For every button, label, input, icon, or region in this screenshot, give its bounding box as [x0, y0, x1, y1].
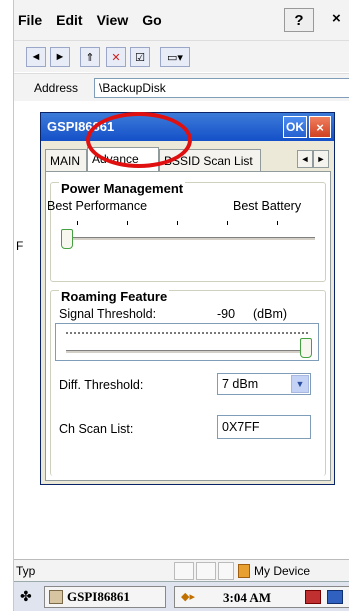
chevron-right-icon: ►: [316, 154, 326, 164]
chevron-down-icon[interactable]: ▼: [291, 375, 309, 393]
status-cell: [196, 562, 216, 580]
slider-tick: [127, 221, 128, 225]
close-icon: ×: [316, 119, 324, 135]
best-performance-label: Best Performance: [47, 199, 148, 213]
start-windows-icon[interactable]: ✤: [20, 588, 38, 606]
tab-scroll-right-button[interactable]: ►: [313, 150, 329, 168]
slider-track: [67, 237, 315, 241]
menu-view[interactable]: View: [90, 12, 136, 28]
signal-threshold-label: Signal Threshold:: [59, 307, 157, 321]
back-arrow-icon: ◄: [30, 51, 42, 63]
diff-threshold-label: Diff. Threshold:: [59, 378, 144, 392]
properties-icon: ☑: [135, 51, 145, 64]
slider-tick: [227, 221, 228, 225]
taskbar-app-button[interactable]: GSPI86861: [44, 586, 166, 608]
views-icon: ▭▾: [167, 51, 183, 64]
status-device: My Device: [238, 562, 310, 580]
ok-button[interactable]: OK: [283, 116, 307, 138]
menu-file[interactable]: File: [14, 12, 49, 28]
views-button[interactable]: ▭▾: [160, 47, 190, 67]
forward-button[interactable]: ►: [50, 47, 70, 67]
up-folder-icon: ⇑: [85, 51, 95, 64]
delete-button[interactable]: ✕: [106, 47, 126, 67]
power-management-group: Power Management Best Performance Best B…: [47, 181, 326, 282]
slider-tick: [277, 221, 278, 225]
dialog-title: GSPI86861: [47, 119, 115, 134]
ch-scan-list-input[interactable]: 0X7FF: [217, 415, 311, 439]
power-management-title: Power Management: [59, 181, 186, 196]
address-input[interactable]: \BackupDisk: [94, 78, 349, 98]
help-icon: ?: [294, 11, 304, 29]
slider-tick-marks: [66, 332, 308, 334]
advance-tab-panel: Power Management Best Performance Best B…: [45, 171, 331, 481]
back-button[interactable]: ◄: [26, 47, 46, 67]
properties-button[interactable]: ☑: [130, 47, 150, 67]
status-bar: Typ My Device: [14, 559, 349, 581]
signal-threshold-slider[interactable]: [55, 323, 319, 361]
chevron-left-icon: ◄: [300, 154, 310, 164]
tab-strip: MAIN Advance BSSID Scan List ◄ ►: [45, 147, 331, 171]
status-type-text: Typ: [16, 564, 36, 578]
tab-main[interactable]: MAIN: [45, 149, 87, 171]
diff-threshold-value: 7 dBm: [222, 377, 259, 391]
screen-frame: File Edit View Go ? × ◄ ► ⇑ ✕ ☑ ▭▾ Addre…: [13, 0, 349, 611]
dialog-close-button[interactable]: ×: [309, 116, 331, 138]
dialog-title-bar: GSPI86861 OK ×: [41, 113, 334, 141]
delete-icon: ✕: [111, 51, 121, 64]
device-label: My Device: [254, 564, 311, 578]
system-tray: ◆▸ 3:04 AM: [174, 586, 349, 608]
toolbar: ◄ ► ⇑ ✕ ☑ ▭▾: [14, 40, 349, 72]
address-label: Address: [34, 81, 79, 95]
device-icon: [238, 564, 250, 578]
ch-scan-list-label: Ch Scan List:: [59, 422, 134, 436]
slider-tick: [177, 221, 178, 225]
tray-status-icons[interactable]: ◆▸: [181, 590, 195, 603]
menu-bar: File Edit View Go ? ×: [14, 0, 349, 40]
tab-scroll-left-button[interactable]: ◄: [297, 150, 313, 168]
help-button[interactable]: ?: [284, 8, 314, 32]
menu-go[interactable]: Go: [135, 12, 168, 28]
signal-threshold-value: -90: [217, 307, 236, 321]
taskbar-app-label: GSPI86861: [67, 589, 130, 604]
taskbar: ✤ GSPI86861 ◆▸ 3:04 AM: [14, 581, 349, 611]
signal-threshold-unit: (dBm): [253, 307, 288, 321]
roaming-feature-title: Roaming Feature: [59, 289, 170, 304]
network-icon[interactable]: [305, 590, 321, 604]
power-slider[interactable]: [57, 217, 317, 257]
roaming-feature-group: Roaming Feature Signal Threshold: -90 (d…: [50, 289, 326, 476]
address-bar: Address \BackupDisk: [14, 73, 349, 101]
clock[interactable]: 3:04 AM: [223, 590, 271, 606]
diff-threshold-select[interactable]: 7 dBm ▼: [217, 373, 311, 395]
forward-arrow-icon: ►: [54, 51, 66, 63]
slider-track: [66, 350, 310, 354]
status-cell: [174, 562, 194, 580]
status-cell: [218, 562, 234, 580]
slider-thumb[interactable]: [61, 229, 73, 249]
up-folder-button[interactable]: ⇑: [80, 47, 100, 67]
partial-text: F: [16, 239, 24, 253]
menu-edit[interactable]: Edit: [49, 12, 89, 28]
app-icon: [49, 590, 63, 604]
slider-thumb[interactable]: [300, 338, 312, 358]
tab-advance[interactable]: Advance: [87, 147, 159, 171]
gspi-settings-dialog: GSPI86861 OK × MAIN Advance BSSID Scan L…: [40, 112, 335, 485]
slider-tick: [77, 221, 78, 225]
tab-bssid-scan-list[interactable]: BSSID Scan List: [159, 149, 261, 171]
keyboard-icon[interactable]: [327, 590, 343, 604]
best-battery-label: Best Battery: [233, 199, 302, 213]
close-icon[interactable]: ×: [332, 10, 341, 27]
